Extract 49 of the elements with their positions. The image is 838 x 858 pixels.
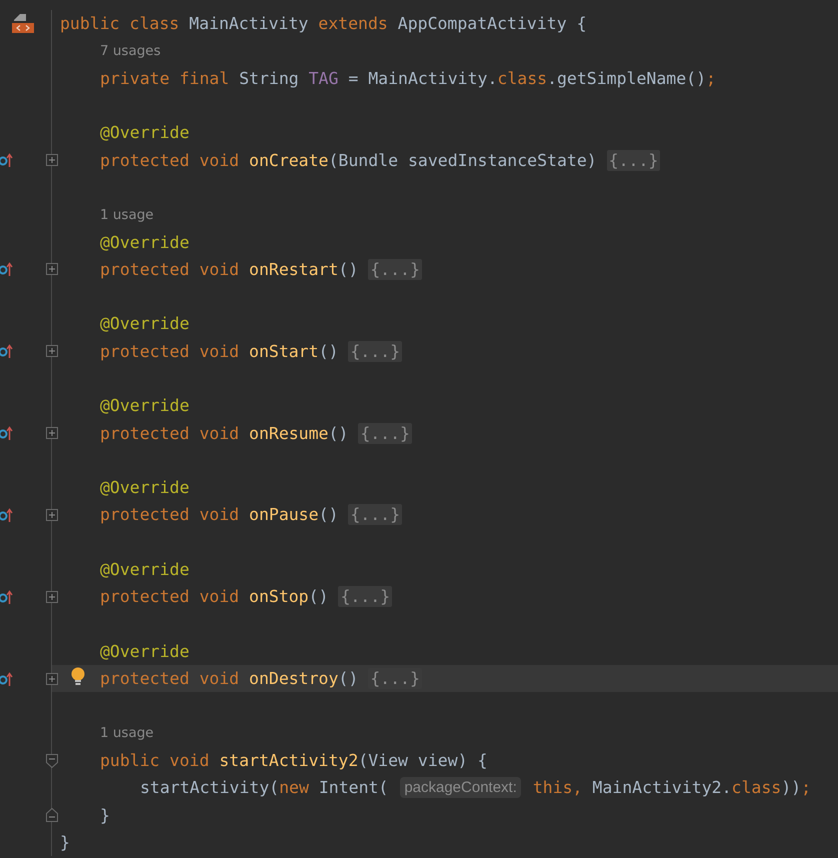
code-text: this, MainActivity2.class)); (532, 778, 811, 798)
expand-fold-icon[interactable] (46, 263, 58, 276)
code-text: protected void onStop() (100, 587, 330, 606)
annotation: @Override (100, 560, 190, 580)
collapse-fold-icon[interactable] (46, 754, 58, 768)
folded-code-block[interactable]: {...} (338, 586, 392, 608)
annotation: @Override (100, 478, 190, 498)
annotation: @Override (100, 396, 190, 416)
expand-fold-icon[interactable] (46, 508, 58, 521)
code-text: startActivity(new Intent( (140, 778, 390, 798)
class-file-icon[interactable] (12, 12, 36, 35)
annotation: @Override (100, 123, 190, 142)
expand-fold-icon[interactable] (46, 345, 58, 358)
code-text: protected void onStart() (100, 342, 340, 361)
code-text: } (60, 833, 70, 852)
expand-fold-icon[interactable] (46, 590, 58, 603)
folded-code-block[interactable]: {...} (368, 258, 422, 280)
folded-code-block[interactable]: {...} (348, 504, 402, 526)
usages-hint[interactable]: 1 usage (100, 206, 154, 223)
expand-fold-icon[interactable] (46, 154, 58, 166)
lightbulb-icon[interactable] (70, 667, 86, 688)
usages-hint[interactable]: 7 usages (100, 42, 161, 59)
code-text: protected void onCreate(Bundle savedInstanceState) (100, 150, 598, 170)
override-method-icon[interactable] (0, 261, 13, 278)
override-method-icon[interactable] (0, 670, 13, 687)
folded-code-block[interactable]: {...} (358, 422, 412, 444)
parameter-hint: packageContext: (400, 777, 521, 798)
collapse-fold-icon[interactable] (46, 808, 58, 822)
override-method-icon[interactable] (0, 425, 13, 442)
override-method-icon[interactable] (0, 588, 13, 605)
folded-code-block[interactable]: {...} (348, 340, 402, 362)
code-text: protected void onRestart() (100, 260, 360, 279)
code-text: protected void onDestroy() (100, 669, 360, 688)
override-method-icon[interactable] (0, 343, 13, 360)
expand-fold-icon[interactable] (46, 672, 58, 685)
expand-fold-icon[interactable] (46, 427, 58, 440)
folded-code-block[interactable]: {...} (606, 150, 660, 171)
code-text: private final String TAG = MainActivity.class.getSimpleName(); (100, 68, 716, 88)
code-text: protected void onResume() (100, 424, 350, 443)
code-text: public void startActivity2(View view) { (100, 751, 488, 770)
usages-hint[interactable]: 1 usage (100, 725, 154, 742)
override-method-icon[interactable] (0, 152, 13, 168)
annotation: @Override (100, 642, 190, 661)
annotation: @Override (100, 232, 190, 252)
code-text: public class MainActivity extends AppCompatActivity { (60, 14, 587, 34)
code-text: protected void onPause() (100, 505, 340, 524)
annotation: @Override (100, 314, 190, 334)
code-text: } (100, 806, 110, 825)
override-method-icon[interactable] (0, 506, 13, 523)
